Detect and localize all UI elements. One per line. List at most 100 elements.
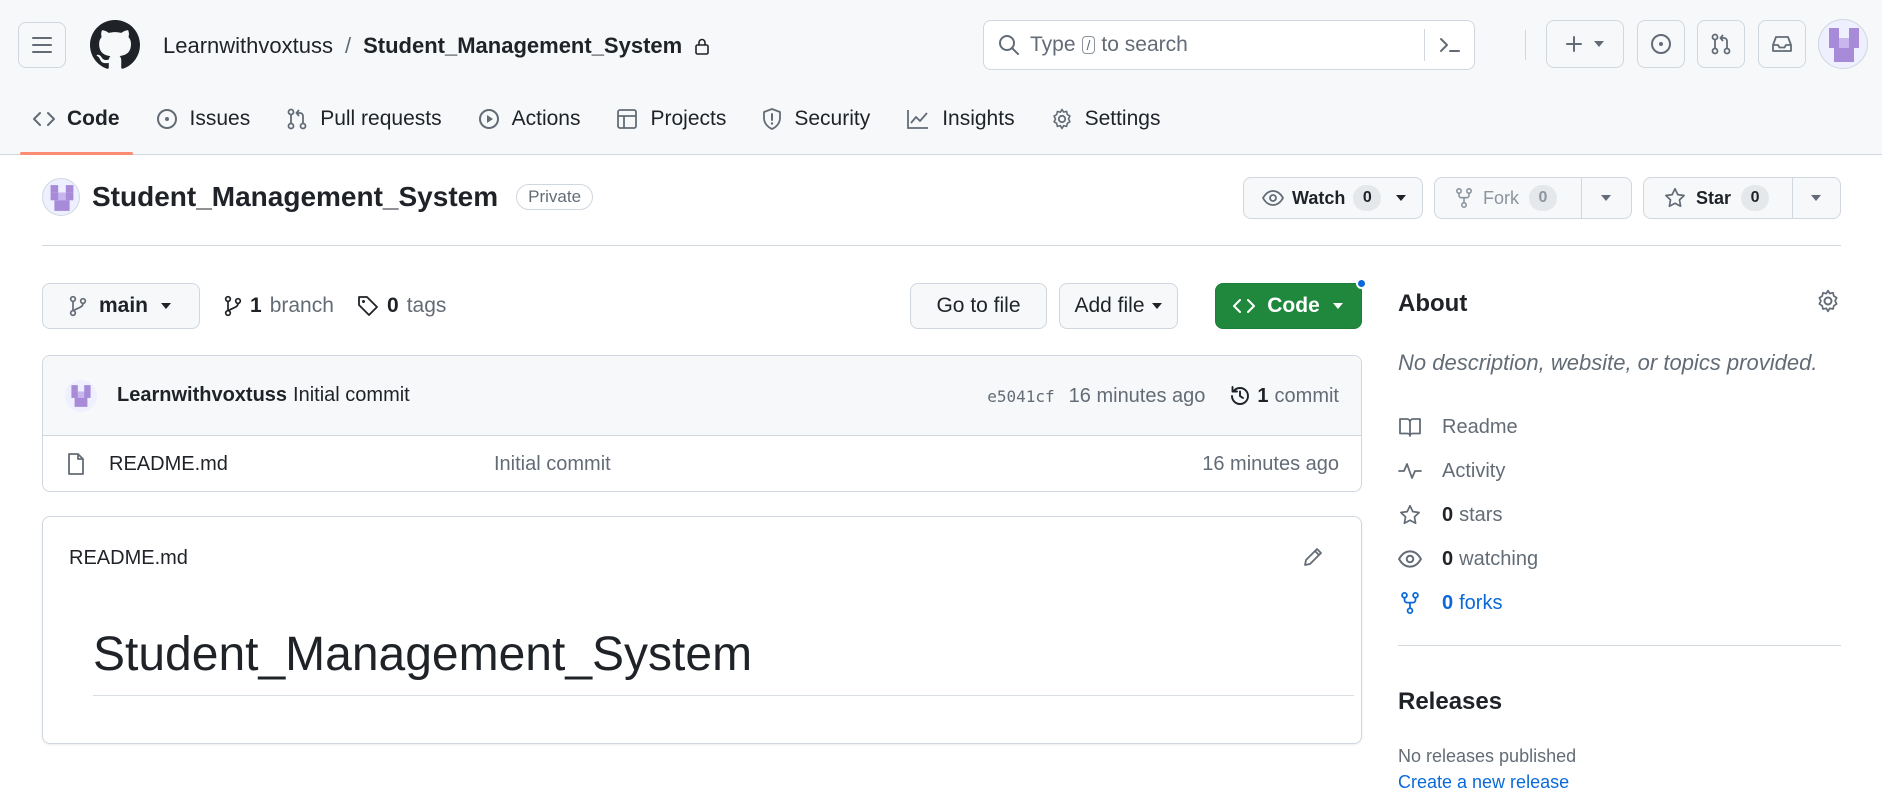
- command-palette-button[interactable]: [1424, 29, 1474, 61]
- tab-pull-requests[interactable]: Pull requests: [271, 100, 456, 138]
- tab-projects[interactable]: Projects: [601, 100, 741, 138]
- search-input[interactable]: Type / to search: [983, 20, 1475, 70]
- watch-button[interactable]: Watch 0: [1243, 177, 1423, 219]
- fork-count: 0: [1529, 185, 1557, 211]
- tab-insights[interactable]: Insights: [891, 100, 1029, 138]
- file-commit-message[interactable]: Initial commit: [494, 453, 611, 476]
- global-header: Learnwithvoxtuss / Student_Management_Sy…: [0, 0, 1882, 155]
- repo-navigation: Code Issues Pull requests Actions Projec…: [18, 100, 1181, 155]
- play-icon: [478, 109, 499, 129]
- readme-panel: README.md Student_Management_System: [42, 516, 1362, 744]
- releases-title[interactable]: Releases: [1398, 688, 1502, 716]
- tab-settings-label: Settings: [1084, 107, 1161, 130]
- history-icon: [1231, 386, 1250, 405]
- search-placeholder-suffix: to search: [1101, 33, 1188, 56]
- breadcrumb: Learnwithvoxtuss / Student_Management_Sy…: [163, 33, 710, 59]
- commit-message[interactable]: Initial commit: [293, 384, 410, 407]
- pulse-icon: [1398, 463, 1422, 479]
- watching-label: watching: [1459, 547, 1539, 570]
- visibility-badge: Private: [516, 184, 594, 210]
- branches-link[interactable]: 1 branch: [224, 294, 334, 318]
- fork-dropdown[interactable]: [1582, 194, 1631, 202]
- stars-label: stars: [1459, 503, 1503, 526]
- watching-link[interactable]: 0 watching: [1398, 537, 1538, 581]
- tab-security[interactable]: Security: [747, 100, 885, 138]
- create-release-link[interactable]: Create a new release: [1398, 772, 1569, 793]
- code-button-label: Code: [1267, 294, 1320, 317]
- create-new-button[interactable]: [1546, 20, 1624, 68]
- about-list: Readme Activity 0 stars 0 watching 0 forks: [1398, 405, 1538, 625]
- commit-meta: e5041cf 16 minutes ago 1 commit: [987, 356, 1339, 436]
- forks-label: forks: [1459, 591, 1503, 614]
- caret-down-icon: [1811, 195, 1822, 201]
- readme-divider: [93, 695, 1354, 696]
- shield-icon: [763, 108, 782, 130]
- menu-button[interactable]: [18, 22, 66, 68]
- fork-icon: [1401, 592, 1419, 614]
- gear-icon[interactable]: [1816, 289, 1840, 313]
- your-issues-button[interactable]: [1637, 20, 1685, 68]
- lock-icon: [695, 38, 710, 55]
- tab-actions[interactable]: Actions: [463, 100, 596, 138]
- github-logo-icon[interactable]: [90, 20, 140, 70]
- pull-request-icon: [1711, 33, 1731, 55]
- pencil-icon[interactable]: [1301, 545, 1325, 569]
- readme-heading: Student_Management_System: [93, 628, 753, 681]
- tab-actions-label: Actions: [511, 107, 581, 130]
- breadcrumb-owner[interactable]: Learnwithvoxtuss: [163, 33, 333, 59]
- your-pull-requests-button[interactable]: [1697, 20, 1745, 68]
- eye-icon: [1262, 190, 1284, 206]
- code-icon: [1233, 299, 1256, 313]
- tab-projects-label: Projects: [650, 107, 727, 130]
- readme-filename[interactable]: README.md: [69, 547, 188, 570]
- star-button[interactable]: Star 0: [1644, 178, 1793, 218]
- plus-icon: [1566, 36, 1582, 52]
- branch-selector[interactable]: main: [42, 283, 200, 329]
- tab-insights-label: Insights: [942, 107, 1015, 130]
- star-dropdown[interactable]: [1793, 194, 1840, 202]
- commit-count: 1: [1257, 384, 1269, 407]
- add-file-label: Add file: [1074, 294, 1145, 317]
- user-avatar[interactable]: [1818, 19, 1868, 69]
- tab-code[interactable]: Code: [18, 100, 135, 155]
- latest-commit-row: Learnwithvoxtuss Initial commit e5041cf …: [43, 356, 1361, 436]
- about-description: No description, website, or topics provi…: [1398, 350, 1818, 375]
- repo-title[interactable]: Student_Management_System: [92, 181, 498, 213]
- tab-issues[interactable]: Issues: [141, 100, 266, 138]
- forks-link[interactable]: 0 forks: [1398, 581, 1538, 625]
- go-to-file-button[interactable]: Go to file: [910, 283, 1047, 329]
- breadcrumb-separator: /: [344, 33, 352, 58]
- tags-link[interactable]: 0 tags: [357, 294, 446, 318]
- book-icon: [1399, 418, 1421, 437]
- fork-button-group: Fork 0: [1434, 177, 1632, 219]
- commit-author-avatar[interactable]: [65, 379, 97, 412]
- repo-owner-avatar[interactable]: [42, 178, 80, 216]
- add-file-button[interactable]: Add file: [1059, 283, 1178, 329]
- activity-link[interactable]: Activity: [1398, 449, 1538, 493]
- stars-link[interactable]: 0 stars: [1398, 493, 1538, 537]
- tag-icon: [358, 296, 378, 316]
- file-name[interactable]: README.md: [109, 453, 228, 476]
- fork-button[interactable]: Fork 0: [1435, 178, 1582, 218]
- commits-history-link[interactable]: 1 commit: [1229, 385, 1339, 408]
- star-icon: [1665, 187, 1685, 208]
- notifications-button[interactable]: [1758, 20, 1806, 68]
- tab-settings[interactable]: Settings: [1036, 100, 1176, 138]
- terminal-icon: [1439, 38, 1460, 52]
- stars-count: 0: [1442, 503, 1454, 526]
- issue-circle-icon: [156, 109, 177, 129]
- search-icon: [999, 35, 1019, 55]
- graph-icon: [907, 110, 929, 129]
- tag-count: 0: [387, 294, 399, 317]
- code-button[interactable]: Code: [1215, 283, 1362, 329]
- file-row[interactable]: README.md Initial commit 16 minutes ago: [43, 436, 1361, 491]
- caret-down-icon: [161, 303, 172, 309]
- file-commit-time: 16 minutes ago: [1202, 452, 1339, 475]
- branch-icon: [69, 295, 87, 317]
- breadcrumb-repo[interactable]: Student_Management_System: [363, 33, 682, 59]
- divider: [42, 245, 1841, 246]
- commit-author[interactable]: Learnwithvoxtuss: [117, 384, 287, 407]
- file-browser: Learnwithvoxtuss Initial commit e5041cf …: [42, 355, 1362, 492]
- commit-sha[interactable]: e5041cf: [987, 387, 1054, 406]
- readme-link[interactable]: Readme: [1398, 405, 1538, 449]
